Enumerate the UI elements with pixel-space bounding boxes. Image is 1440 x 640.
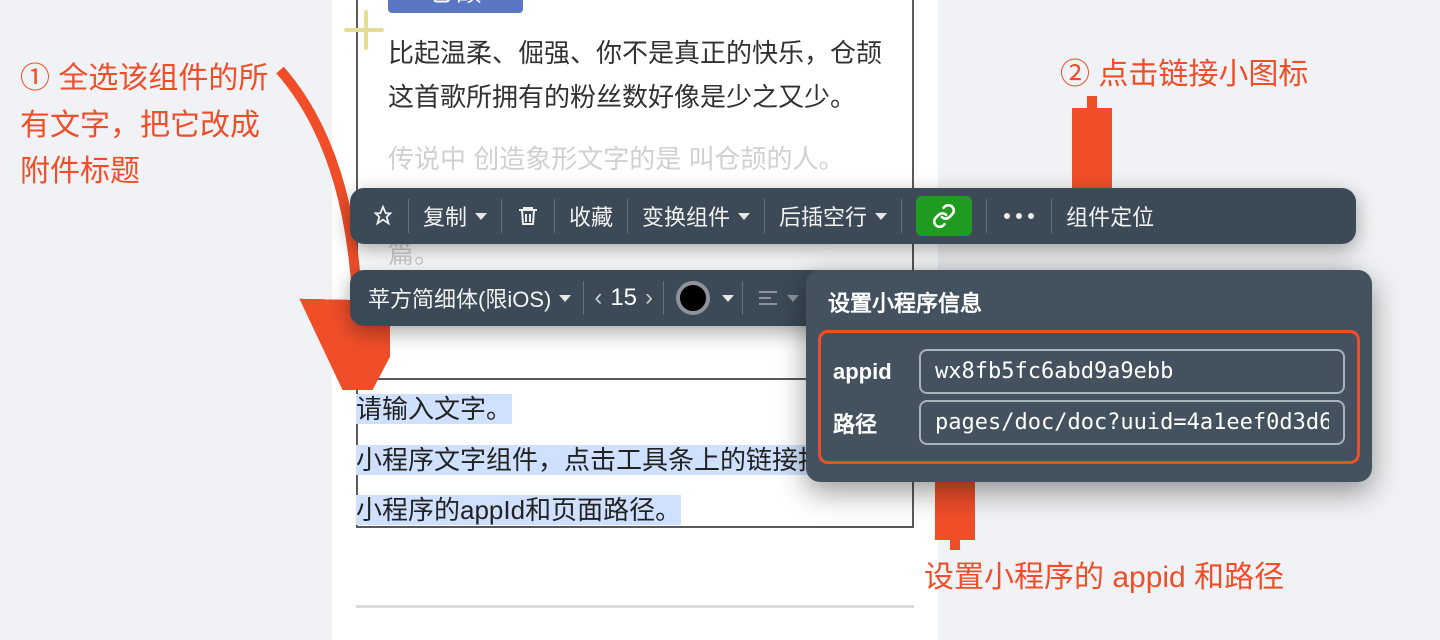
copy-label: 复制 xyxy=(423,200,467,232)
align-icon xyxy=(757,289,779,307)
transform-label: 变换组件 xyxy=(642,200,730,232)
chevron-down-icon xyxy=(787,295,799,302)
component-toolbar: 复制 收藏 变换组件 后插空行 组件定位 xyxy=(350,188,1356,244)
more-icon xyxy=(1001,211,1037,221)
divider xyxy=(356,605,914,608)
path-row: 路径 xyxy=(833,400,1345,445)
trash-icon xyxy=(516,204,540,228)
pin-icon xyxy=(372,205,394,227)
color-swatch-icon xyxy=(676,281,710,315)
miniprogram-info-panel: 设置小程序信息 appid 路径 xyxy=(806,270,1372,482)
locate-button[interactable]: 组件定位 xyxy=(1054,188,1166,244)
separator xyxy=(583,281,584,315)
font-size-stepper[interactable]: ‹ 15 › xyxy=(586,270,661,326)
description-line-2[interactable]: 小程序的appId和页面路径。 xyxy=(356,485,914,536)
chevron-down-icon xyxy=(475,213,487,220)
separator xyxy=(986,199,987,233)
separator xyxy=(1051,199,1052,233)
chevron-down-icon xyxy=(875,213,887,220)
separator xyxy=(663,281,664,315)
favorite-label: 收藏 xyxy=(569,200,613,232)
locate-label: 组件定位 xyxy=(1066,200,1154,232)
align-button[interactable] xyxy=(745,270,811,326)
link-icon xyxy=(931,203,957,229)
separator xyxy=(742,281,743,315)
font-family-select[interactable]: 苹方简细体(限iOS) xyxy=(358,270,581,326)
link-button-wrap xyxy=(904,188,984,244)
decrease-size-icon[interactable]: ‹ xyxy=(586,284,610,312)
separator xyxy=(554,199,555,233)
chevron-down-icon xyxy=(559,295,571,302)
favorite-button[interactable]: 收藏 xyxy=(557,188,625,244)
popup-highlighted-region: appid 路径 xyxy=(818,330,1360,464)
copy-button[interactable]: 复制 xyxy=(411,188,499,244)
paragraph-1[interactable]: 比起温柔、倔强、你不是真正的快乐，仓颉这首歌所拥有的粉丝数好像是少之又少。 xyxy=(388,31,882,119)
paragraph-2-obscured: 传说中 创造象形文字的是 叫仓颉的人。 xyxy=(388,137,882,181)
font-family-value: 苹方简细体(限iOS) xyxy=(368,282,551,314)
link-button[interactable] xyxy=(916,196,972,236)
more-button[interactable] xyxy=(989,188,1049,244)
appid-label: appid xyxy=(833,359,919,385)
chevron-down-icon xyxy=(738,213,750,220)
chevron-down-icon xyxy=(722,295,734,302)
increase-size-icon[interactable]: › xyxy=(637,284,661,312)
font-size-value: 15 xyxy=(610,284,637,312)
separator xyxy=(408,199,409,233)
pin-button[interactable] xyxy=(360,188,406,244)
popup-title: 设置小程序信息 xyxy=(806,270,1372,330)
annotation-step-1: ① 全选该组件的所有文字，把它改成附件标题 xyxy=(20,56,280,196)
insert-blank-label: 后插空行 xyxy=(779,200,867,232)
insert-blank-button[interactable]: 后插空行 xyxy=(767,188,899,244)
document-title-pill: – 仓颉 – xyxy=(388,0,523,13)
separator xyxy=(501,199,502,233)
arrow-to-link-icon xyxy=(1072,96,1112,196)
annotation-step-2: ② 点击链接小图标 xyxy=(1060,52,1308,99)
transform-button[interactable]: 变换组件 xyxy=(630,188,762,244)
path-label: 路径 xyxy=(833,407,919,439)
appid-input[interactable] xyxy=(919,349,1345,394)
arrow-to-popup-icon xyxy=(935,470,975,560)
separator xyxy=(627,199,628,233)
appid-row: appid xyxy=(833,349,1345,394)
annotation-step-3: 设置小程序的 appid 和路径 xyxy=(924,555,1284,602)
separator xyxy=(901,199,902,233)
text-color-button[interactable] xyxy=(666,270,740,326)
delete-button[interactable] xyxy=(504,188,552,244)
path-input[interactable] xyxy=(919,400,1345,445)
separator xyxy=(764,199,765,233)
